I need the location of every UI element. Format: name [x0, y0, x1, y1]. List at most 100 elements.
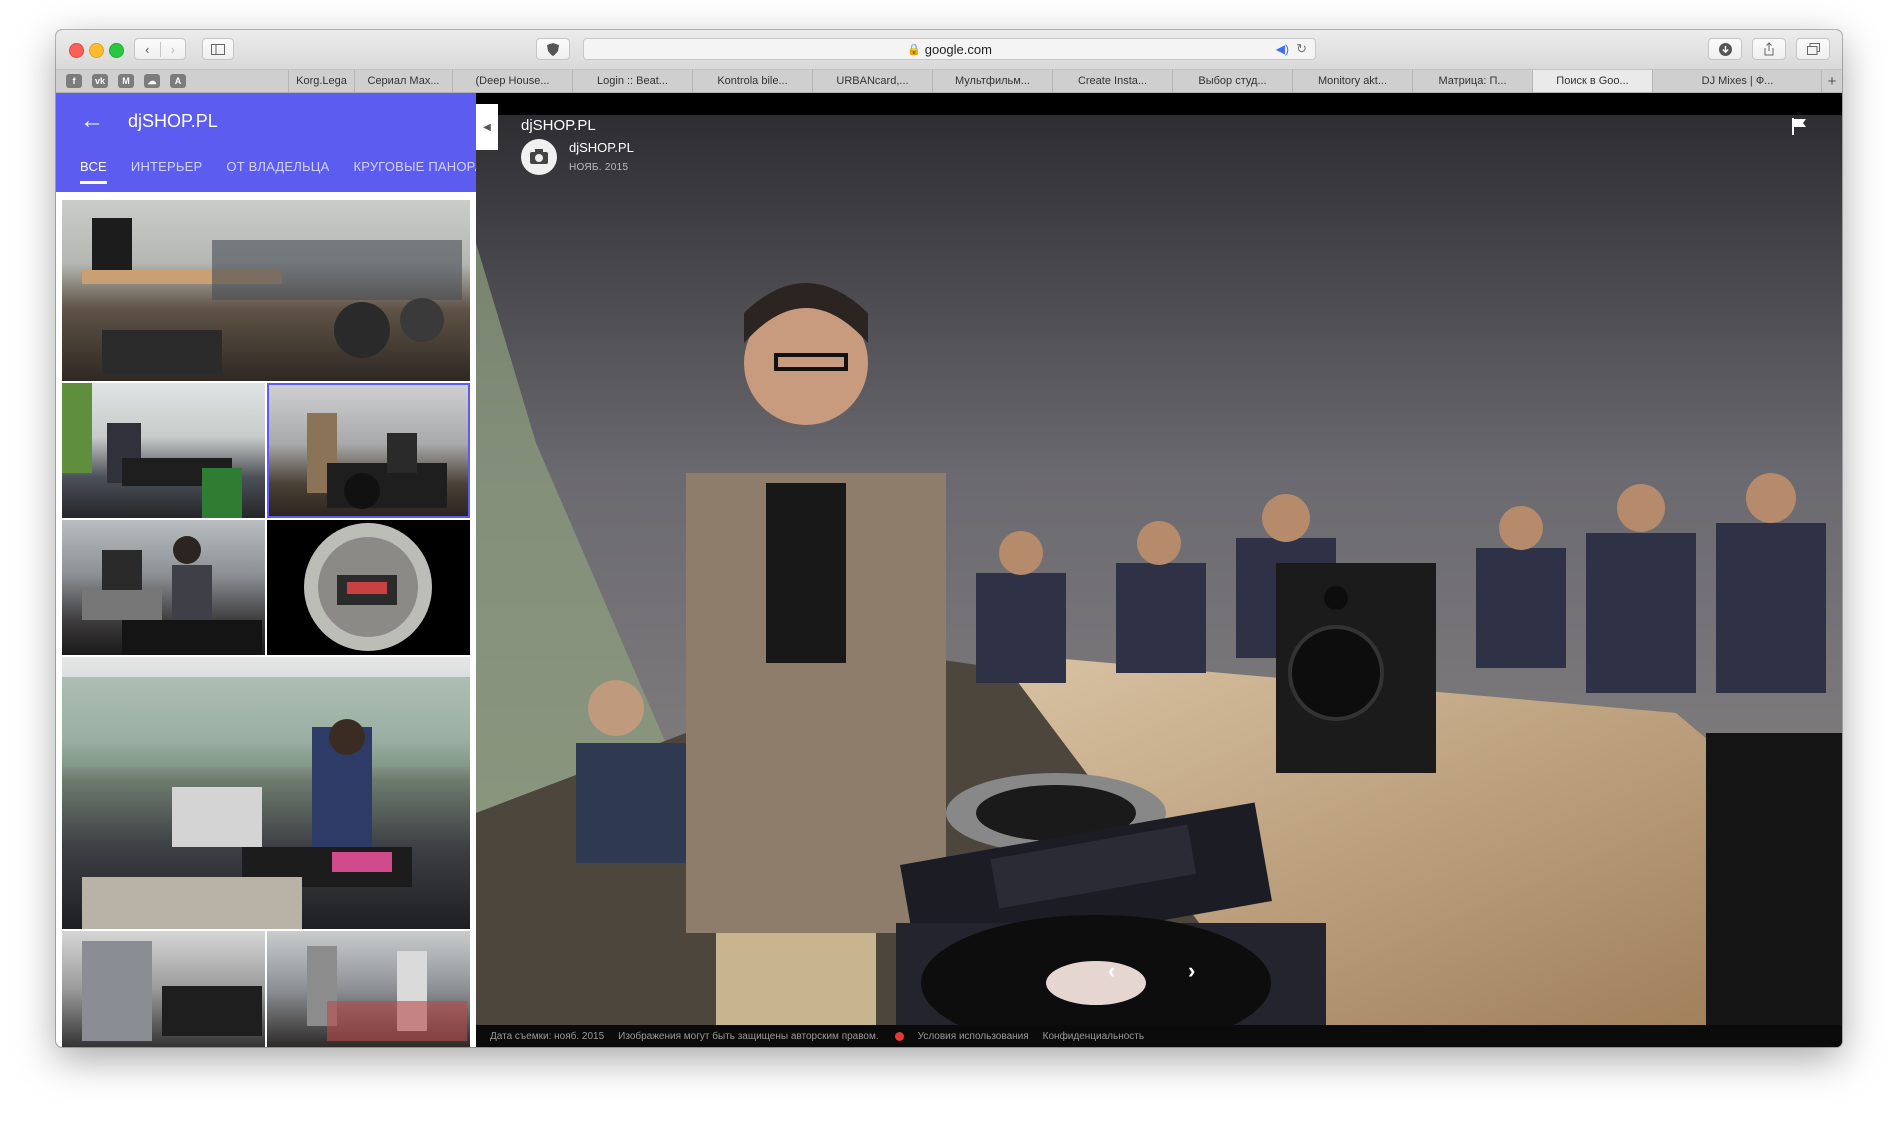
- next-photo-arrow[interactable]: ›: [1188, 958, 1195, 984]
- gmail-bookmark-icon[interactable]: M: [118, 74, 134, 88]
- tab-monitory[interactable]: Monitory akt...: [1292, 70, 1412, 92]
- photo-preview: [82, 536, 262, 655]
- vk-bookmark-icon[interactable]: vk: [92, 74, 108, 88]
- tab-multfilm[interactable]: Мультфильм...: [932, 70, 1052, 92]
- new-tab-button[interactable]: +: [1821, 70, 1842, 92]
- photo-thumbnail[interactable]: [267, 931, 470, 1047]
- tab-label: Сериал Мах...: [367, 75, 440, 87]
- browser-window: ‹ › 🔒 google.com ◀) ↻ f vk M ☁ A Korg.Le…: [56, 30, 1842, 1047]
- tab-label: Мультфильм...: [955, 75, 1030, 87]
- forward-icon[interactable]: ›: [159, 41, 186, 57]
- viewer-title: djSHOP.PL: [521, 117, 596, 134]
- soundcloud-bookmark-icon[interactable]: ☁: [144, 74, 160, 88]
- camera-logo-icon: [530, 149, 548, 164]
- terms-link[interactable]: Условия использования: [918, 1031, 1029, 1042]
- photo-panel: ← djSHOP.PL ВСЕ ИНТЕРЬЕР ОТ ВЛАДЕЛЬЦА КР…: [56, 93, 476, 1047]
- plus-icon: +: [1827, 72, 1837, 90]
- share-button[interactable]: [1752, 38, 1786, 60]
- author-avatar[interactable]: [521, 139, 557, 175]
- tab-label: Monitory akt...: [1317, 75, 1388, 87]
- capture-date: Дата съемки: нояб. 2015: [490, 1030, 605, 1042]
- facebook-bookmark-icon[interactable]: f: [66, 74, 82, 88]
- tab-label: Поиск в Goo...: [1556, 75, 1629, 87]
- report-flag-icon[interactable]: [1792, 118, 1806, 140]
- photo-thumbnail[interactable]: [62, 383, 265, 518]
- tab-serial[interactable]: Сериал Мах...: [354, 70, 452, 92]
- back-arrow-icon[interactable]: ←: [80, 107, 104, 135]
- download-icon: [1718, 42, 1732, 56]
- tab-by-owner[interactable]: ОТ ВЛАДЕЛЬЦА: [226, 159, 329, 181]
- photo-thumbnail[interactable]: [267, 520, 470, 655]
- category-tabs: ВСЕ ИНТЕРЬЕР ОТ ВЛАДЕЛЬЦА КРУГОВЫЕ ПАНОР…: [56, 159, 476, 181]
- address-bar[interactable]: 🔒 google.com ◀) ↻: [583, 38, 1316, 60]
- place-title: djSHOP.PL: [128, 111, 218, 131]
- tab-interior[interactable]: ИНТЕРЬЕР: [131, 159, 203, 181]
- browser-toolbar: ‹ › 🔒 google.com ◀) ↻: [56, 30, 1842, 70]
- previous-photo-arrow[interactable]: ‹: [1108, 958, 1115, 984]
- zoom-window-button[interactable]: [109, 43, 124, 58]
- photo-thumbnail-selected[interactable]: [267, 383, 470, 518]
- tab-label: (Deep House...: [475, 75, 550, 87]
- tab-label: Выбор студ...: [1198, 75, 1267, 87]
- privacy-extension-button[interactable]: [536, 38, 570, 60]
- viewer-footer: Дата съемки: нояб. 2015 Изображения могу…: [476, 1025, 1842, 1047]
- sidebar-icon: [211, 43, 225, 55]
- photo-viewer: ◀ djSHOP.PL djSHOP.PL НОЯБ. 2015 ‹ › Дат…: [476, 93, 1842, 1047]
- photo-thumbnail[interactable]: [62, 200, 470, 381]
- photo-preview: [307, 413, 447, 509]
- tab-panoramas[interactable]: КРУГОВЫЕ ПАНОРАМЫ: [353, 159, 476, 181]
- photo-preview: [62, 383, 242, 518]
- sidebar-toggle-button[interactable]: [202, 38, 234, 60]
- photo-date: НОЯБ. 2015: [569, 162, 629, 173]
- shield-icon: [547, 42, 559, 56]
- collapse-arrow-icon: ◀: [483, 121, 491, 133]
- tab-bar: f vk M ☁ A Korg.Lega Сериал Мах... (Deep…: [56, 70, 1842, 93]
- photo-preview: [62, 677, 470, 929]
- reload-icon[interactable]: ↻: [1296, 41, 1307, 57]
- tab-label: DJ Mixes | Ф...: [1701, 75, 1774, 87]
- address-text: google.com: [924, 41, 992, 57]
- downloads-button[interactable]: [1708, 38, 1742, 60]
- a-bookmark-icon[interactable]: A: [170, 74, 186, 88]
- tab-create-insta[interactable]: Create Insta...: [1052, 70, 1172, 92]
- tab-login-beat[interactable]: Login :: Beat...: [572, 70, 692, 92]
- tab-korg[interactable]: Korg.Lega: [288, 70, 354, 92]
- tab-kontrola[interactable]: Kontrola bile...: [692, 70, 812, 92]
- tab-vybor-stud[interactable]: Выбор студ...: [1172, 70, 1292, 92]
- photo-preview: [82, 218, 462, 375]
- panel-header: ← djSHOP.PL ВСЕ ИНТЕРЬЕР ОТ ВЛАДЕЛЬЦА КР…: [56, 93, 476, 192]
- copyright-notice: Изображения могут быть защищены авторски…: [618, 1030, 879, 1042]
- tab-dj-mixes[interactable]: DJ Mixes | Ф...: [1652, 70, 1822, 92]
- photo-thumbnail[interactable]: [62, 520, 265, 655]
- tab-label: Матрица: П...: [1438, 75, 1507, 87]
- share-icon: [1764, 42, 1774, 56]
- minimize-window-button[interactable]: [89, 43, 104, 58]
- close-window-button[interactable]: [69, 43, 84, 58]
- photo-thumbnail[interactable]: [62, 657, 470, 929]
- main-photo: [476, 115, 1842, 1047]
- lock-icon: 🔒: [907, 43, 921, 56]
- author-name[interactable]: djSHOP.PL: [569, 140, 634, 155]
- tab-urbancard[interactable]: URBANcard,...: [812, 70, 932, 92]
- photo-preview: [307, 946, 467, 1041]
- tab-label: Create Insta...: [1077, 75, 1148, 87]
- tab-all[interactable]: ВСЕ: [80, 159, 107, 181]
- back-icon[interactable]: ‹: [135, 42, 160, 57]
- privacy-link[interactable]: Конфиденциальность: [1043, 1031, 1144, 1042]
- tab-matrica[interactable]: Матрица: П...: [1412, 70, 1532, 92]
- tab-label: Korg.Lega: [296, 75, 347, 87]
- tab-overview-button[interactable]: [1796, 38, 1830, 60]
- tab-label: URBANcard,...: [836, 75, 909, 87]
- photo-thumbnail[interactable]: [62, 931, 265, 1047]
- collapse-panel-button[interactable]: ◀: [476, 104, 498, 150]
- tab-deep-house[interactable]: (Deep House...: [452, 70, 572, 92]
- tab-label: Kontrola bile...: [717, 75, 788, 87]
- tabs-icon: [1806, 43, 1820, 55]
- photo-preview: [304, 523, 432, 651]
- google-feedback-icon[interactable]: [894, 1031, 904, 1041]
- tab-poisk-google[interactable]: Поиск в Goo...: [1532, 70, 1652, 92]
- photo-preview: [82, 941, 262, 1041]
- speaker-icon[interactable]: ◀): [1276, 42, 1289, 56]
- tab-label: Login :: Beat...: [597, 75, 668, 87]
- navigation-buttons: ‹ ›: [134, 38, 186, 60]
